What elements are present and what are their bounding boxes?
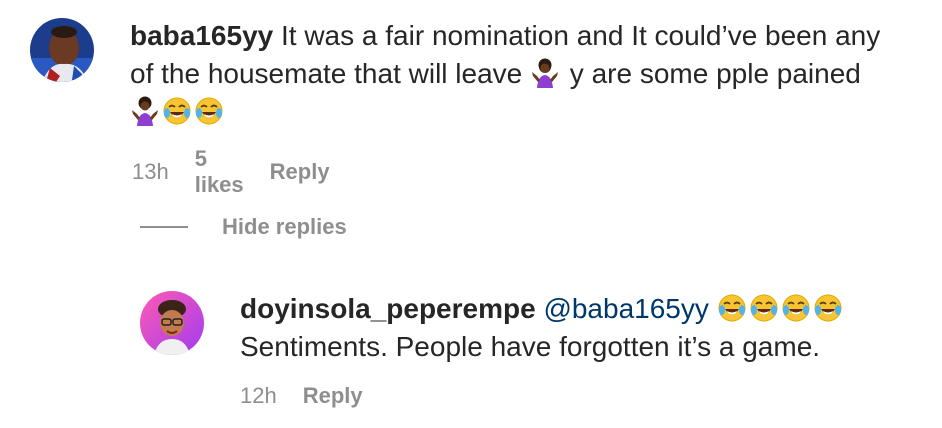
face-with-tears-of-joy-emoji-icon — [717, 293, 747, 323]
replies-divider-line — [140, 226, 188, 228]
comment-reply-button[interactable]: Reply — [270, 159, 330, 185]
comment-text-line1: It was a fair nomination and It could’ve… — [281, 20, 881, 51]
woman-shrugging-emoji-icon — [530, 58, 560, 88]
reply-timestamp[interactable]: 12h — [240, 383, 277, 409]
reply-meta: 12h Reply — [240, 383, 363, 409]
face-with-tears-of-joy-emoji-icon — [162, 96, 192, 126]
reply-body: doyinsola_peperempe @baba165yy Sentiment… — [240, 290, 930, 366]
comment-timestamp[interactable]: 13h — [132, 159, 169, 185]
reply-mention-link[interactable]: @baba165yy — [543, 293, 708, 324]
comment-username[interactable]: baba165yy — [130, 20, 273, 51]
user-photo — [30, 18, 94, 82]
reply-avatar[interactable] — [140, 291, 204, 355]
face-with-tears-of-joy-emoji-icon — [749, 293, 779, 323]
comment-body: baba165yy It was a fair nomination and I… — [130, 17, 930, 131]
avatar[interactable] — [30, 18, 94, 82]
comment-text-line2-b: y are some pple pained — [569, 58, 861, 89]
hide-replies-toggle[interactable]: Hide replies — [140, 214, 347, 240]
reply-text: Sentiments. People have forgotten it’s a… — [240, 331, 821, 362]
reply-reply-button[interactable]: Reply — [303, 383, 363, 409]
face-with-tears-of-joy-emoji-icon — [781, 293, 811, 323]
hide-replies-label[interactable]: Hide replies — [222, 214, 347, 240]
reply-username[interactable]: doyinsola_peperempe — [240, 293, 536, 324]
comment-meta: 13h 5 likes Reply — [132, 146, 330, 198]
memoji-avatar — [140, 291, 204, 355]
comment-text-line2-a: of the housemate that will leave — [130, 58, 523, 89]
face-with-tears-of-joy-emoji-icon — [813, 293, 843, 323]
face-with-tears-of-joy-emoji-icon — [194, 96, 224, 126]
comment-likes[interactable]: 5 likes — [195, 146, 244, 198]
woman-shrugging-emoji-icon — [130, 96, 160, 126]
